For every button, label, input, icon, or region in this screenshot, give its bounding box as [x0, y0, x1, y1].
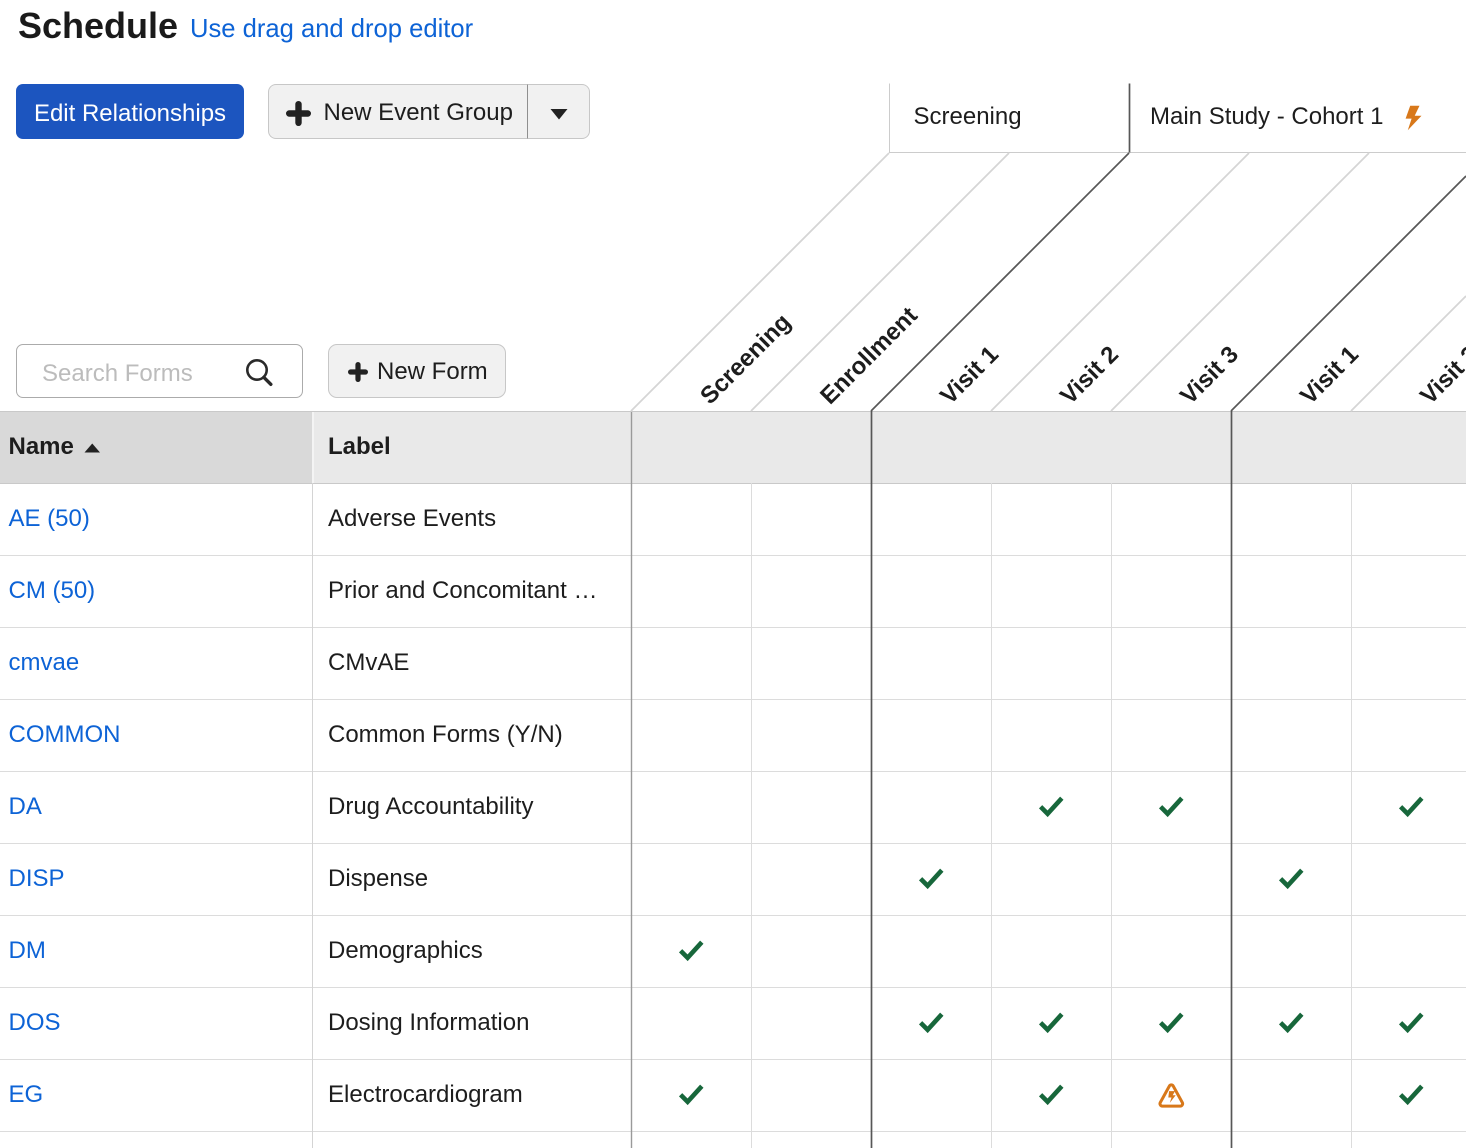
svg-text:Visit 1: Visit 1	[935, 341, 1004, 410]
svg-text:Visit 3: Visit 3	[1175, 341, 1244, 410]
svg-text:Visit 1: Visit 1	[1295, 341, 1364, 410]
svg-text:Visit 2: Visit 2	[1415, 341, 1466, 410]
svg-text:Visit 2: Visit 2	[1055, 341, 1124, 410]
svg-text:Screening: Screening	[695, 309, 796, 410]
svg-text:Enrollment: Enrollment	[815, 302, 923, 410]
